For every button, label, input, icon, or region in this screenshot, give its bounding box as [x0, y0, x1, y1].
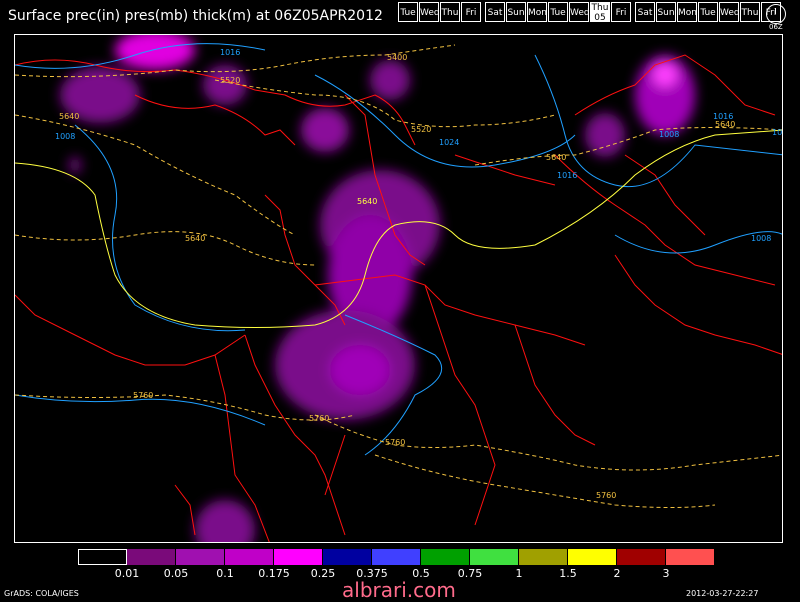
pressure-label: 1008 — [659, 130, 679, 139]
precip-area — [301, 108, 349, 152]
thickness-label: 5760 — [133, 391, 153, 400]
day-box: Wed — [569, 2, 590, 22]
map-canvas: 5400 5520 5520 5640 5640 5640 5640 5640 … — [15, 35, 783, 542]
legend-swatch — [323, 549, 372, 565]
day-strip: Tue Wed Thu Fri Sat Sun Mon Tue Wed Thu 0… — [398, 2, 782, 24]
day-box: Thu — [440, 2, 460, 22]
day-box: Sun — [656, 2, 676, 22]
legend-swatch — [274, 549, 323, 565]
legend-swatch — [127, 549, 176, 565]
thickness-label: 5760 — [596, 491, 616, 500]
thickness-label: 5640 — [357, 197, 377, 206]
legend-label: 3 — [662, 567, 670, 580]
legend-swatch — [372, 549, 421, 565]
precip-area — [653, 63, 677, 87]
day-box: Sat — [485, 2, 505, 22]
day-box: Tue — [398, 2, 418, 22]
pressure-label: 1016 — [713, 112, 733, 121]
legend-label: 0.175 — [258, 567, 290, 580]
pressure-label: 1008 — [55, 132, 75, 141]
watermark: albrari.com — [342, 578, 456, 602]
legend-swatch — [470, 549, 519, 565]
pressure-label: 1016 — [772, 128, 783, 137]
legend-swatch — [666, 549, 715, 565]
precip-area — [370, 60, 410, 100]
day-box-current: Thu 05 — [590, 2, 610, 23]
clock-label: 06Z — [769, 23, 783, 31]
legend-swatch — [225, 549, 274, 565]
day-box: Wed — [419, 2, 440, 22]
thickness-label: 5640 — [185, 234, 205, 243]
clock-icon — [766, 4, 786, 24]
precip-legend — [78, 549, 715, 565]
day-box: Sun — [506, 2, 526, 22]
legend-label: 0.25 — [310, 567, 336, 580]
day-box: Fri — [461, 2, 481, 22]
pressure-label: 1016 — [220, 48, 240, 57]
thickness-label: 5640 — [715, 120, 735, 129]
footer-credit: GrADS: COLA/IGES — [4, 589, 79, 598]
thickness-label: 5640 — [59, 112, 79, 121]
thickness-label: 5760 — [309, 414, 329, 423]
day-box: Tue — [548, 2, 568, 22]
pressure-label: 1016 — [557, 171, 577, 180]
legend-label: 1 — [515, 567, 523, 580]
legend-label: 0.1 — [216, 567, 234, 580]
legend-label: 2 — [613, 567, 621, 580]
day-box: Wed — [719, 2, 740, 22]
legend-label: 1.5 — [559, 567, 577, 580]
legend-swatch — [176, 549, 225, 565]
pressure-label: 1024 — [439, 138, 459, 147]
legend-swatch — [78, 549, 127, 565]
day-box: Tue — [698, 2, 718, 22]
map-title: Surface prec(in) pres(mb) thick(m) at 06… — [8, 8, 383, 24]
precip-area — [585, 113, 625, 157]
thickness-label: 5760 — [385, 438, 405, 447]
day-box: Sat — [635, 2, 655, 22]
precip-area — [195, 500, 255, 542]
precip-area — [330, 345, 390, 395]
footer-timestamp: 2012-03-27-22:27 — [686, 589, 759, 598]
day-box: Fri — [611, 2, 631, 22]
thickness-label: 5400 — [387, 53, 407, 62]
day-box: Mon — [677, 2, 697, 22]
legend-label: 0.75 — [457, 567, 483, 580]
precip-area — [115, 35, 195, 70]
precip-area — [69, 157, 81, 173]
pressure-label: 1008 — [751, 234, 771, 243]
precip-areas — [60, 35, 695, 542]
thickness-label: 5520 — [411, 125, 431, 134]
day-box: Mon — [527, 2, 547, 22]
day-box: Thu — [740, 2, 760, 22]
legend-label: 0.05 — [163, 567, 189, 580]
weather-map: 5400 5520 5520 5640 5640 5640 5640 5640 … — [14, 34, 783, 543]
legend-label: 0.01 — [114, 567, 140, 580]
legend-swatch — [617, 549, 666, 565]
legend-swatch — [519, 549, 568, 565]
legend-swatch — [568, 549, 617, 565]
legend-swatch — [421, 549, 470, 565]
thickness-label: 5520 — [220, 76, 240, 85]
thickness-label: 5640 — [546, 153, 566, 162]
